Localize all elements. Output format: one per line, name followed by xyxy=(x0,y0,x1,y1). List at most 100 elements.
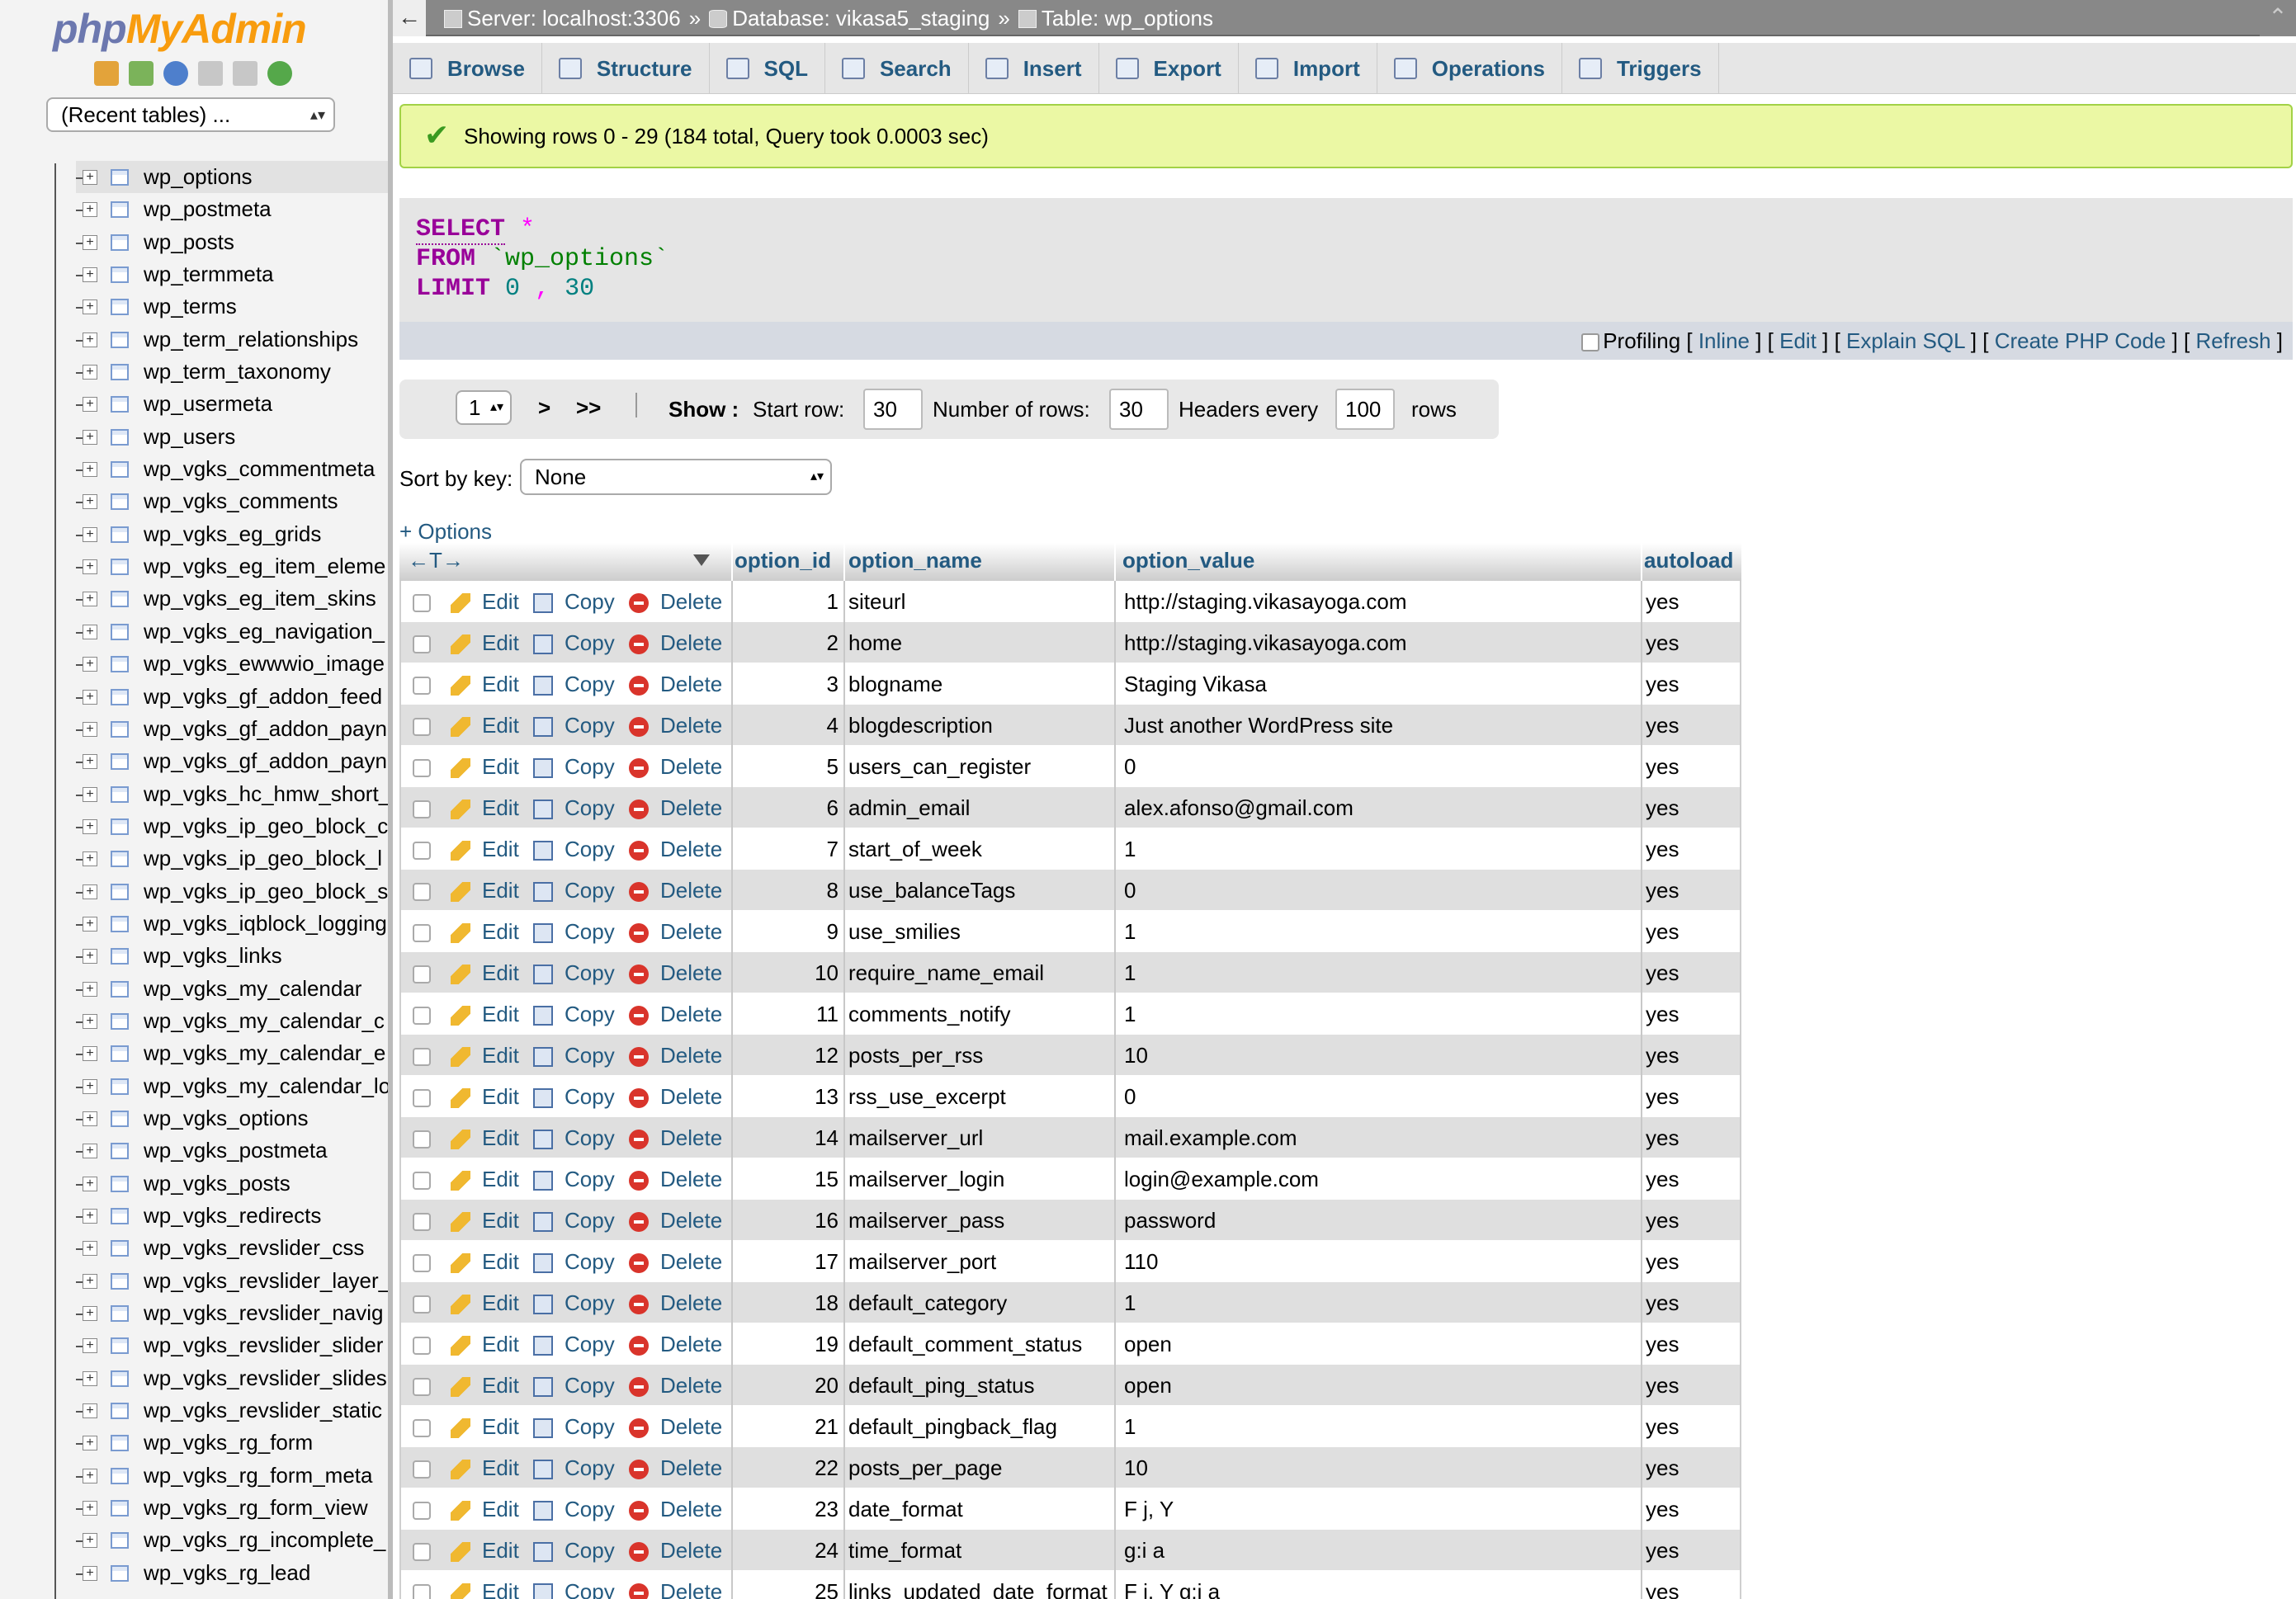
delete-icon[interactable] xyxy=(629,1088,649,1108)
nav-table-item[interactable]: + wp_terms xyxy=(76,290,388,323)
pencil-icon[interactable] xyxy=(451,1130,470,1149)
delete-link[interactable]: Delete xyxy=(660,746,722,787)
cell-option-id[interactable]: 24 xyxy=(731,1530,839,1571)
edit-link[interactable]: Edit xyxy=(482,1447,519,1488)
tab-import[interactable]: Import xyxy=(1239,43,1377,94)
breadcrumb-table[interactable]: Table: wp_options xyxy=(1018,0,1213,36)
nav-table-item[interactable]: + wp_vgks_rg_lead xyxy=(76,1557,388,1589)
exit-icon[interactable] xyxy=(129,61,154,86)
cell-option-id[interactable]: 7 xyxy=(731,828,839,870)
column-header-option-id[interactable]: option_id xyxy=(735,543,831,578)
cell-option-id[interactable]: 15 xyxy=(731,1158,839,1200)
nav-table-item[interactable]: + wp_termmeta xyxy=(76,258,388,290)
cell-option-value[interactable]: g:i a xyxy=(1124,1530,1636,1571)
cell-option-value[interactable]: F j, Y g:i a xyxy=(1124,1571,1636,1599)
nav-table-item[interactable]: + wp_vgks_commentmeta xyxy=(76,453,388,485)
row-checkbox[interactable] xyxy=(413,1584,431,1599)
copy-icon[interactable] xyxy=(533,1418,553,1438)
expand-icon[interactable]: + xyxy=(83,429,97,445)
cell-option-name[interactable]: mailserver_login xyxy=(848,1158,1111,1200)
copy-link[interactable]: Copy xyxy=(565,1035,615,1076)
pencil-icon[interactable] xyxy=(451,717,470,737)
nav-table-item[interactable]: + wp_vgks_eg_grids xyxy=(76,518,388,550)
nav-table-item[interactable]: + wp_vgks_rg_incomplete_ xyxy=(76,1524,388,1556)
cell-option-id[interactable]: 17 xyxy=(731,1241,839,1282)
pencil-icon[interactable] xyxy=(451,758,470,778)
delete-icon[interactable] xyxy=(629,1460,649,1479)
cell-option-id[interactable]: 13 xyxy=(731,1076,839,1117)
pencil-icon[interactable] xyxy=(451,965,470,984)
edit-link[interactable]: Edit xyxy=(482,581,519,622)
cell-autoload[interactable]: yes xyxy=(1646,1076,1736,1117)
nav-table-item[interactable]: + wp_postmeta xyxy=(76,193,388,225)
cell-autoload[interactable]: yes xyxy=(1646,911,1736,952)
expand-icon[interactable]: + xyxy=(83,494,97,510)
expand-icon[interactable]: + xyxy=(83,1273,97,1289)
cell-option-value[interactable]: 1 xyxy=(1124,993,1636,1035)
row-checkbox[interactable] xyxy=(413,1378,431,1396)
phpmyadmin-logo[interactable]: phpMyAdmin xyxy=(53,5,307,53)
pencil-icon[interactable] xyxy=(451,1212,470,1232)
copy-link[interactable]: Copy xyxy=(565,1406,615,1447)
copy-link[interactable]: Copy xyxy=(565,1365,615,1406)
expand-icon[interactable]: + xyxy=(83,1533,97,1549)
cell-autoload[interactable]: yes xyxy=(1646,870,1736,911)
pencil-icon[interactable] xyxy=(451,1171,470,1191)
expand-icon[interactable]: + xyxy=(83,1370,97,1386)
nav-table-item[interactable]: + wp_vgks_gf_addon_payn xyxy=(76,745,388,777)
cell-option-value[interactable]: 0 xyxy=(1124,746,1636,787)
delete-icon[interactable] xyxy=(629,800,649,819)
delete-icon[interactable] xyxy=(629,1171,649,1191)
copy-link[interactable]: Copy xyxy=(565,1530,615,1571)
cell-option-value[interactable]: 1 xyxy=(1124,911,1636,952)
nav-table-item[interactable]: + wp_vgks_gf_addon_feed xyxy=(76,681,388,713)
copy-icon[interactable] xyxy=(533,717,553,737)
copy-link[interactable]: Copy xyxy=(565,1323,615,1365)
nav-table-item[interactable]: + wp_vgks_revslider_css xyxy=(76,1232,388,1264)
tab-triggers[interactable]: Triggers xyxy=(1562,43,1719,94)
nav-table-item[interactable]: + wp_vgks_eg_item_skins xyxy=(76,583,388,615)
column-arrows-icon[interactable]: ←T→ xyxy=(408,543,464,578)
nav-table-item[interactable]: + wp_vgks_gf_addon_payn xyxy=(76,713,388,745)
pencil-icon[interactable] xyxy=(451,1501,470,1521)
cell-option-id[interactable]: 21 xyxy=(731,1406,839,1447)
delete-link[interactable]: Delete xyxy=(660,1035,722,1076)
delete-link[interactable]: Delete xyxy=(660,1076,722,1117)
edit-link[interactable]: Edit xyxy=(482,1323,519,1365)
expand-icon[interactable]: + xyxy=(83,721,97,737)
edit-sql-link[interactable]: Edit xyxy=(1779,328,1816,353)
cell-option-id[interactable]: 8 xyxy=(731,870,839,911)
copy-icon[interactable] xyxy=(533,800,553,819)
edit-link[interactable]: Edit xyxy=(482,663,519,705)
nav-table-item[interactable]: + wp_vgks_links xyxy=(76,940,388,972)
delete-link[interactable]: Delete xyxy=(660,1241,722,1282)
cell-option-name[interactable]: time_format xyxy=(848,1530,1111,1571)
cell-option-value[interactable]: 10 xyxy=(1124,1447,1636,1488)
cell-option-name[interactable]: default_comment_status xyxy=(848,1323,1111,1365)
number-of-rows-input[interactable]: 30 xyxy=(1109,389,1169,430)
expand-icon[interactable]: + xyxy=(83,170,97,185)
edit-link[interactable]: Edit xyxy=(482,1117,519,1158)
tab-structure[interactable]: Structure xyxy=(542,43,710,94)
cell-autoload[interactable]: yes xyxy=(1646,622,1736,663)
copy-link[interactable]: Copy xyxy=(565,1447,615,1488)
cell-option-id[interactable]: 12 xyxy=(731,1035,839,1076)
copy-link[interactable]: Copy xyxy=(565,746,615,787)
cell-option-value[interactable]: 0 xyxy=(1124,870,1636,911)
delete-link[interactable]: Delete xyxy=(660,993,722,1035)
copy-link[interactable]: Copy xyxy=(565,622,615,663)
nav-table-item[interactable]: + wp_vgks_redirects xyxy=(76,1200,388,1232)
expand-icon[interactable]: + xyxy=(83,559,97,575)
cell-option-name[interactable]: start_of_week xyxy=(848,828,1111,870)
cell-option-id[interactable]: 25 xyxy=(731,1571,839,1599)
delete-link[interactable]: Delete xyxy=(660,581,722,622)
explain-sql-link[interactable]: Explain SQL xyxy=(1846,328,1965,353)
expand-icon[interactable]: + xyxy=(83,1468,97,1483)
cell-autoload[interactable]: yes xyxy=(1646,1158,1736,1200)
edit-link[interactable]: Edit xyxy=(482,1530,519,1571)
copy-link[interactable]: Copy xyxy=(565,1571,615,1599)
nav-table-item[interactable]: + wp_posts xyxy=(76,226,388,258)
nav-table-item[interactable]: + wp_options xyxy=(76,161,388,194)
cell-option-value[interactable]: open xyxy=(1124,1365,1636,1406)
cell-option-value[interactable]: open xyxy=(1124,1323,1636,1365)
